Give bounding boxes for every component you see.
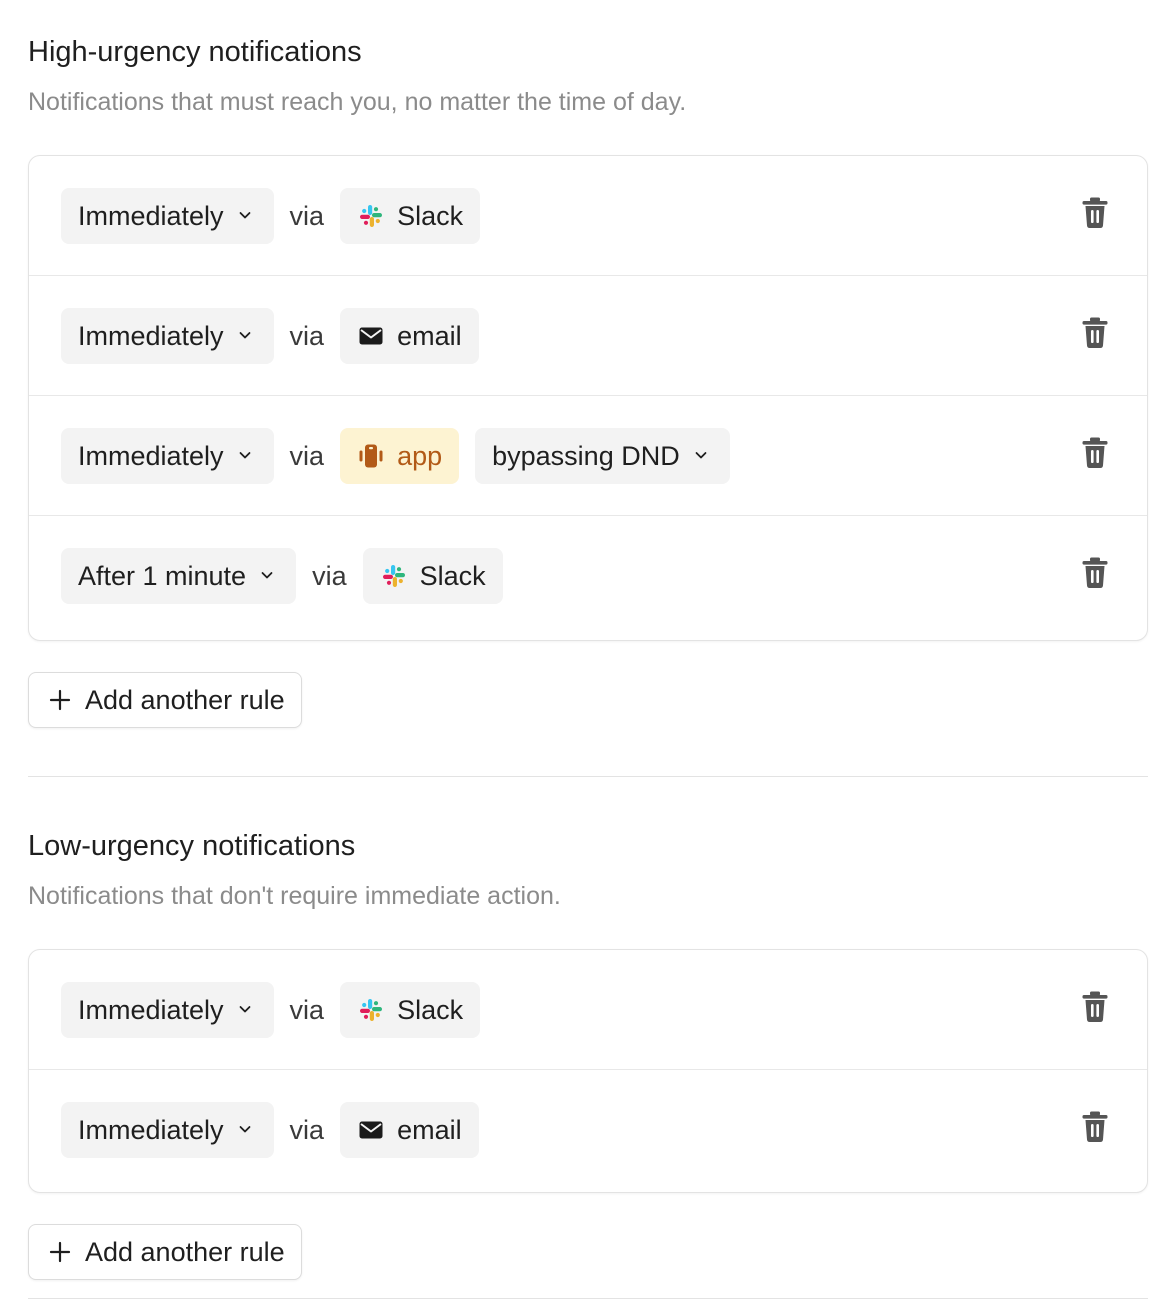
channel-selector[interactable]: Slack	[340, 982, 481, 1038]
low-urgency-subtitle: Notifications that don't require immedia…	[28, 882, 561, 910]
chevron-down-icon	[238, 448, 252, 462]
high-urgency-subtitle: Notifications that must reach you, no ma…	[28, 88, 687, 116]
rule-row: After 1 minute via Slack	[29, 516, 1147, 636]
trash-icon[interactable]	[1081, 556, 1109, 590]
chevron-down-icon	[238, 208, 252, 222]
phone-vibrate-icon	[358, 443, 384, 469]
rule-row: Immediately via app bypassing DND	[29, 396, 1147, 516]
channel-selector[interactable]: email	[340, 1102, 479, 1158]
trash-icon[interactable]	[1081, 436, 1109, 470]
via-label: via	[289, 320, 325, 351]
trash-icon[interactable]	[1081, 990, 1109, 1024]
channel-label: app	[397, 440, 443, 471]
channel-selector[interactable]: email	[340, 308, 479, 364]
timing-dropdown[interactable]: Immediately	[61, 308, 274, 364]
slack-icon	[381, 563, 407, 589]
channel-label: Slack	[397, 994, 464, 1025]
channel-label: Slack	[397, 200, 464, 231]
plus-icon	[49, 689, 71, 711]
timing-label: Immediately	[78, 440, 224, 471]
high-urgency-rules-card: Immediately via Slack Immediately via em…	[28, 155, 1148, 641]
timing-label: Immediately	[78, 1114, 224, 1145]
channel-label: Slack	[419, 560, 486, 591]
chevron-down-icon	[694, 448, 708, 462]
timing-dropdown[interactable]: After 1 minute	[61, 548, 297, 604]
chevron-down-icon	[238, 1002, 252, 1016]
section-divider	[28, 776, 1148, 777]
section-divider	[28, 1298, 1148, 1299]
channel-label: email	[397, 1114, 462, 1145]
envelope-icon	[358, 323, 384, 349]
add-rule-button[interactable]: Add another rule	[28, 672, 302, 728]
timing-dropdown[interactable]: Immediately	[61, 428, 274, 484]
via-label: via	[289, 440, 325, 471]
add-rule-button[interactable]: Add another rule	[28, 1224, 302, 1280]
channel-selector[interactable]: app	[340, 428, 460, 484]
timing-label: After 1 minute	[78, 560, 247, 591]
trash-icon[interactable]	[1081, 1110, 1109, 1144]
slack-icon	[358, 997, 384, 1023]
timing-label: Immediately	[78, 320, 224, 351]
timing-label: Immediately	[78, 994, 224, 1025]
rule-row: Immediately via Slack	[29, 156, 1147, 276]
channel-label: email	[397, 320, 462, 351]
add-rule-label: Add another rule	[85, 1236, 285, 1267]
envelope-icon	[358, 1117, 384, 1143]
high-urgency-title: High-urgency notifications	[28, 36, 362, 68]
rule-row: Immediately via email	[29, 1070, 1147, 1190]
via-label: via	[289, 200, 325, 231]
low-urgency-rules-card: Immediately via Slack Immediately via em…	[28, 949, 1148, 1193]
chevron-down-icon	[260, 568, 274, 582]
chevron-down-icon	[238, 328, 252, 342]
chevron-down-icon	[238, 1122, 252, 1136]
timing-dropdown[interactable]: Immediately	[61, 188, 274, 244]
dnd-mode-label: bypassing DND	[492, 440, 680, 471]
channel-selector[interactable]: Slack	[340, 188, 481, 244]
rule-row: Immediately via email	[29, 276, 1147, 396]
via-label: via	[289, 1114, 325, 1145]
add-rule-label: Add another rule	[85, 684, 285, 715]
trash-icon[interactable]	[1081, 316, 1109, 350]
dnd-mode-dropdown[interactable]: bypassing DND	[475, 428, 730, 484]
slack-icon	[358, 203, 384, 229]
channel-selector[interactable]: Slack	[362, 548, 503, 604]
plus-icon	[49, 1241, 71, 1263]
low-urgency-title: Low-urgency notifications	[28, 830, 356, 862]
timing-label: Immediately	[78, 200, 224, 231]
via-label: via	[289, 994, 325, 1025]
via-label: via	[312, 560, 347, 591]
timing-dropdown[interactable]: Immediately	[61, 982, 274, 1038]
rule-row: Immediately via Slack	[29, 950, 1147, 1070]
trash-icon[interactable]	[1081, 196, 1109, 230]
timing-dropdown[interactable]: Immediately	[61, 1102, 274, 1158]
